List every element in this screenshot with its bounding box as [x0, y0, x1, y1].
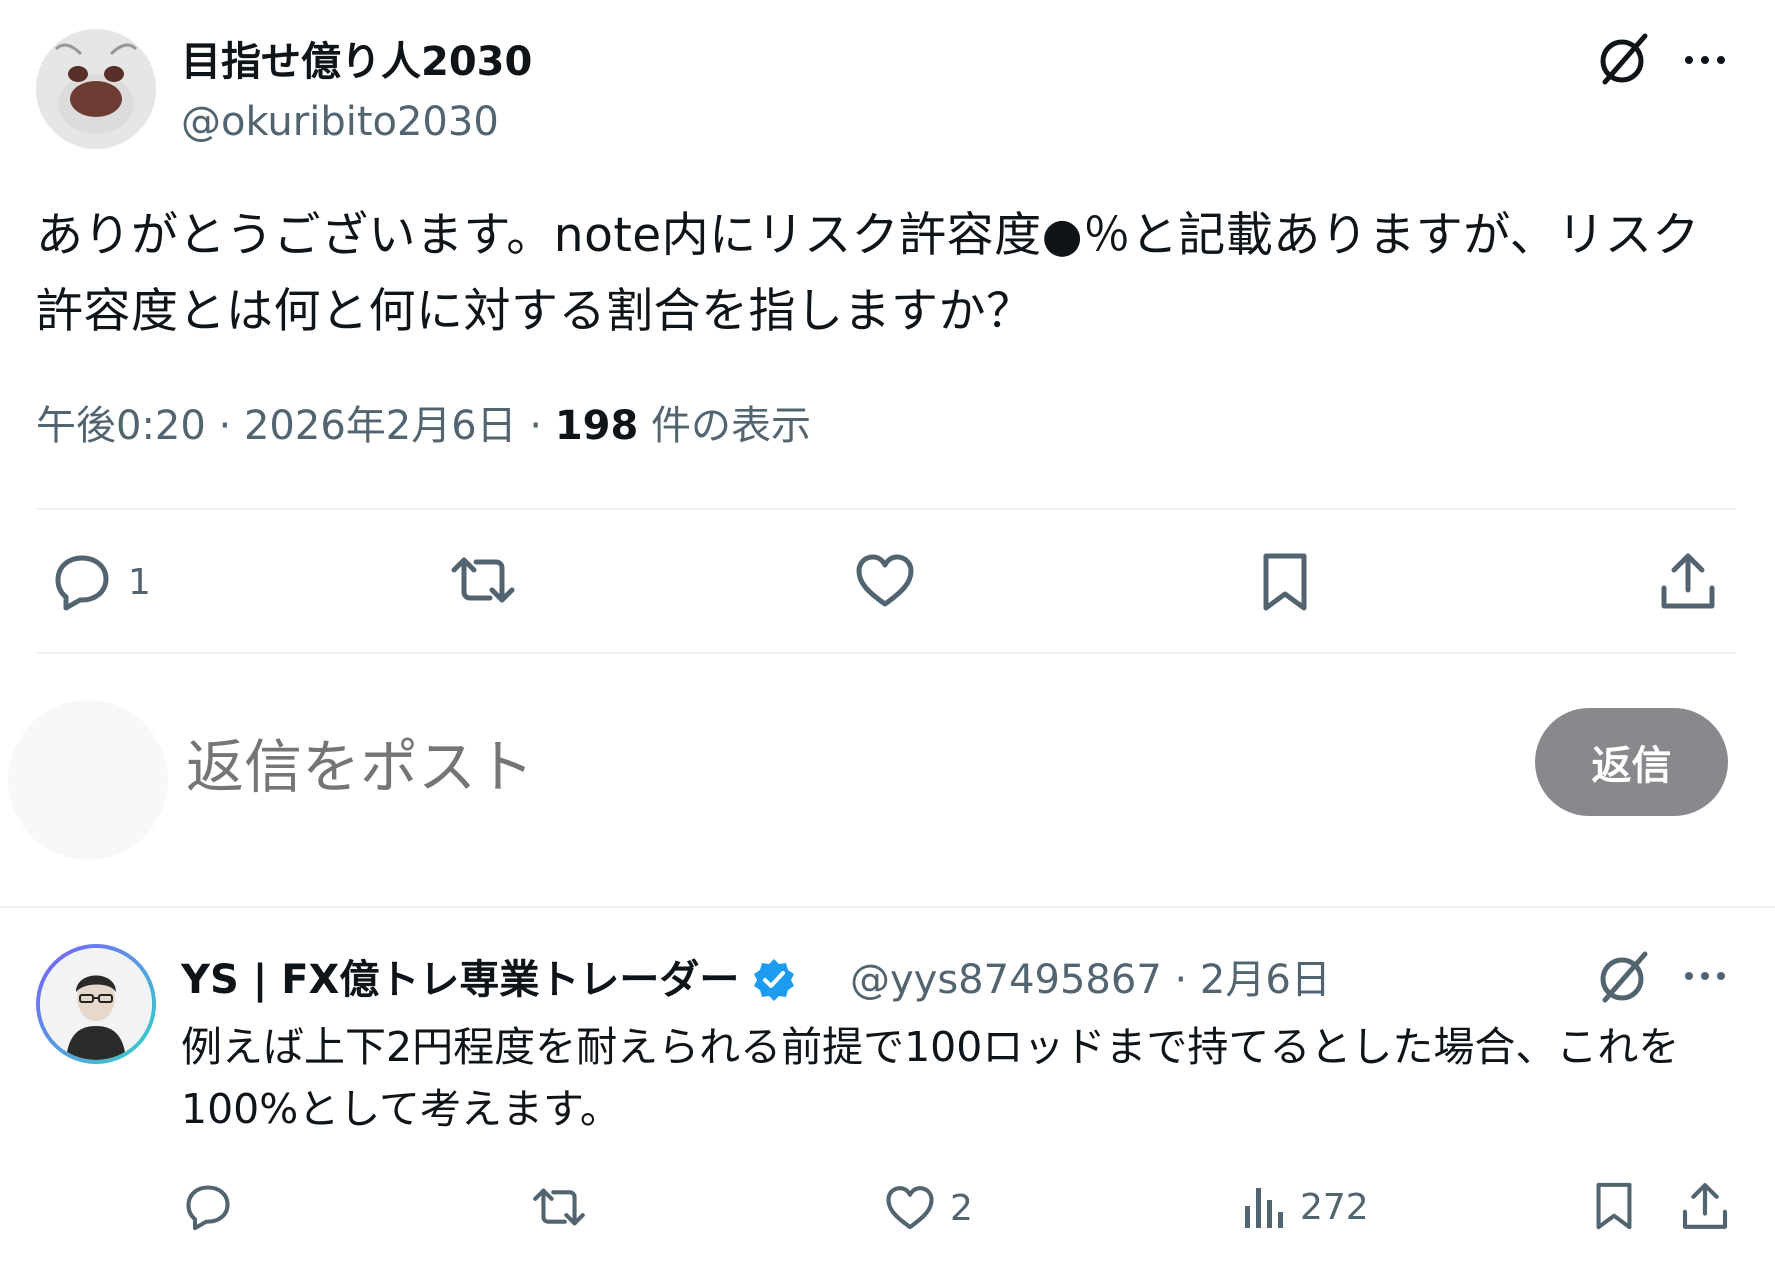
like-icon — [854, 552, 916, 610]
reply-icon — [182, 1182, 234, 1232]
reply-submit-button[interactable]: 返信 — [1535, 708, 1728, 816]
like-button[interactable] — [854, 552, 916, 610]
divider — [36, 508, 1736, 510]
retweet-icon — [532, 1184, 586, 1230]
tweet-meta: 午後0:20 · 2026年2月6日 · 198 件の表示 — [36, 400, 811, 452]
share-icon — [1680, 1180, 1730, 1232]
reply-icon — [50, 552, 114, 612]
grok-icon[interactable] — [1595, 948, 1653, 1006]
reply-input[interactable] — [186, 732, 1186, 802]
bookmark-button[interactable] — [1258, 550, 1312, 614]
views-icon — [1242, 1184, 1286, 1230]
reply-author-avatar[interactable] — [36, 944, 156, 1064]
more-icon[interactable] — [1680, 958, 1730, 994]
like-count: 2 — [950, 1187, 973, 1229]
share-button[interactable] — [1658, 550, 1718, 612]
bookmark-icon — [1258, 550, 1312, 614]
like-icon — [884, 1184, 936, 1232]
grok-icon[interactable] — [1595, 30, 1653, 88]
reply-count: 1 — [128, 561, 151, 603]
reply-bookmark-button[interactable] — [1592, 1180, 1636, 1232]
more-icon[interactable] — [1680, 42, 1730, 78]
reply-author-name[interactable]: YS | FX億トレ専業トレーダー — [181, 955, 739, 1005]
composer-avatar — [8, 700, 168, 860]
reply-text: 例えば上下2円程度を耐えられる前提で100ロッドまで持てるとした場合、これを10… — [181, 1023, 1680, 1133]
views-count: 272 — [1300, 1186, 1369, 1228]
reply-share-button[interactable] — [1680, 1180, 1730, 1232]
bookmark-icon — [1592, 1180, 1636, 1232]
author-avatar[interactable] — [36, 29, 156, 149]
reply-retweet-button[interactable] — [532, 1184, 586, 1230]
views-label: 件の表示 — [638, 403, 812, 449]
reply-button[interactable]: 1 — [50, 552, 151, 612]
views-count: 198 — [554, 403, 639, 449]
verified-badge-icon — [751, 957, 797, 1003]
share-icon — [1658, 550, 1718, 612]
author-name[interactable]: 目指せ億り人2030 — [181, 38, 532, 86]
reply-reply-button[interactable] — [182, 1182, 234, 1232]
divider — [0, 906, 1775, 908]
tweet-text: ありがとうございます。note内にリスク許容度●％と記載ありますが、リスク許容度… — [36, 208, 1700, 339]
tweet-timestamp[interactable]: 午後0:20 · 2026年2月6日 · — [36, 403, 555, 449]
retweet-button[interactable] — [450, 552, 516, 608]
retweet-icon — [450, 552, 516, 608]
divider — [36, 652, 1736, 654]
author-handle[interactable]: @okuribito2030 — [181, 98, 499, 146]
reply-views-button[interactable]: 272 — [1242, 1184, 1369, 1230]
reply-author-name-row: YS | FX億トレ専業トレーダー — [181, 955, 797, 1005]
reply-handle-date[interactable]: @yys87495867 · 2月6日 — [850, 955, 1331, 1005]
reply-like-button[interactable]: 2 — [884, 1184, 973, 1232]
